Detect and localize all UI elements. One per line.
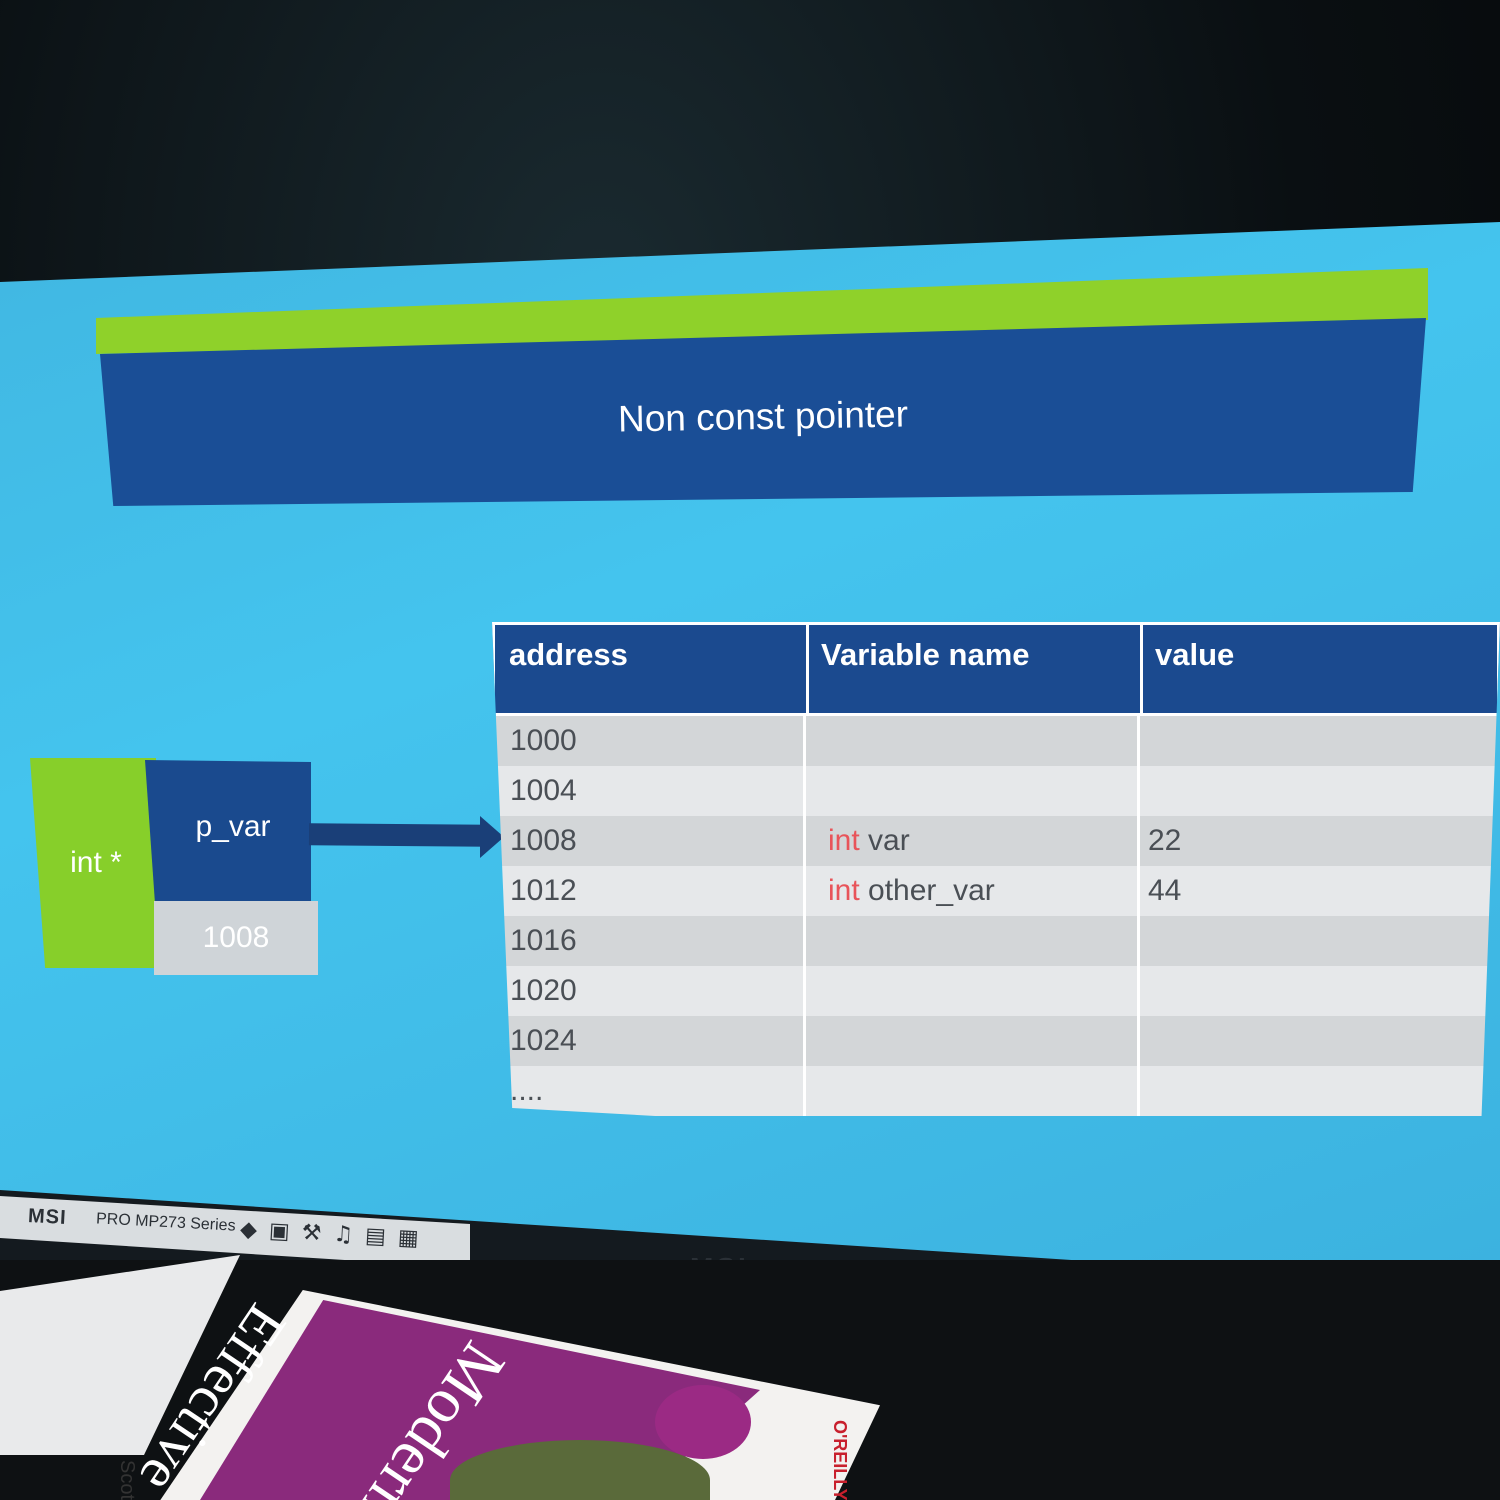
column-divider [803, 1066, 806, 1116]
variable-name: var [868, 824, 910, 857]
book-author: Scott [116, 1460, 138, 1500]
address-cell: 1024 [510, 1024, 577, 1057]
pointer-arrow-shaft [308, 823, 490, 847]
address-cell: 1008 [510, 824, 577, 857]
value-cell: 44 [1148, 874, 1182, 907]
column-divider [803, 816, 806, 866]
column-divider [1137, 966, 1140, 1016]
variable-cell: int var [828, 824, 910, 858]
address-cell: 1004 [510, 774, 577, 807]
pointer-value-label: 1008 [202, 921, 270, 954]
column-divider [1140, 625, 1143, 713]
address-cell: 1016 [510, 924, 577, 957]
pointer-type-label: int * [70, 846, 122, 879]
variable-cell: int other_var [828, 874, 995, 908]
column-divider [1137, 1016, 1140, 1066]
address-cell: 1012 [510, 874, 577, 907]
type-keyword: int [828, 874, 860, 907]
book-seal [655, 1385, 751, 1459]
type-keyword: int [828, 824, 860, 857]
slide-title: Non const pointer [617, 393, 909, 440]
column-divider [803, 916, 806, 966]
monitor-brand: MSI [27, 1205, 68, 1229]
table-row: 1020 [492, 966, 1500, 1016]
column-divider [1137, 716, 1140, 766]
table-row: 1016 [492, 916, 1500, 966]
address-cell: .... [510, 1074, 544, 1107]
variable-name: other_var [868, 874, 995, 907]
column-divider [803, 766, 806, 816]
pointer-name-box: p_var [145, 760, 311, 903]
table-row: 1024 [492, 1016, 1500, 1066]
column-divider [1137, 766, 1140, 816]
memory-table: address Variable name value 1000 1004 10… [492, 622, 1500, 1162]
pointer-type-box: int * [30, 758, 156, 968]
memory-table-header: address Variable name value [492, 622, 1500, 716]
pointer-value-box: 1008 [154, 901, 318, 975]
value-cell: 22 [1148, 824, 1182, 857]
column-divider [1137, 916, 1140, 966]
table-row: 1004 [492, 766, 1500, 816]
column-divider [803, 1016, 806, 1066]
column-divider [806, 625, 809, 713]
column-divider [1137, 866, 1140, 916]
pointer-name-label: p_var [195, 809, 271, 843]
address-cell: 1000 [510, 724, 577, 757]
header-address: address [509, 637, 628, 672]
column-divider [803, 716, 806, 766]
column-divider [803, 866, 806, 916]
address-cell: 1020 [510, 974, 577, 1007]
table-row: .... [492, 1066, 1500, 1116]
table-row: 1008 int var 22 [492, 816, 1500, 866]
table-row: 1012 int other_var 44 [492, 866, 1500, 916]
table-row: 1000 [492, 716, 1500, 766]
header-variable-name: Variable name [821, 637, 1030, 672]
header-value: value [1155, 637, 1235, 672]
column-divider [1137, 1066, 1140, 1116]
column-divider [1137, 816, 1140, 866]
column-divider [803, 966, 806, 1016]
book-publisher: O'REILLY [830, 1420, 850, 1500]
